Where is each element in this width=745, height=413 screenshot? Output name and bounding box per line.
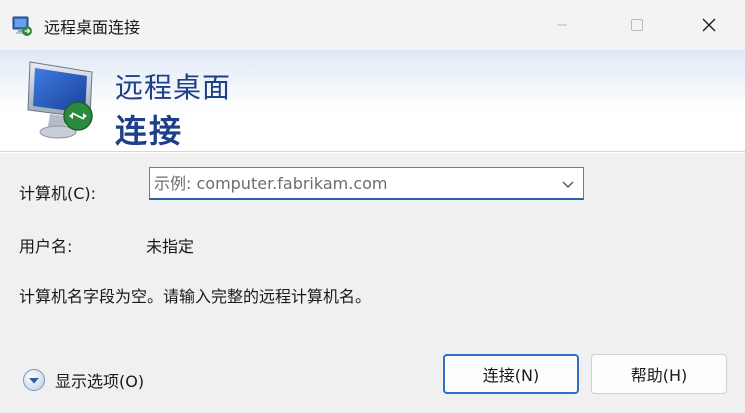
expand-options-icon[interactable] [22, 368, 46, 392]
header-banner: 远程桌面 连接 [0, 50, 745, 151]
chevron-down-icon[interactable] [561, 177, 575, 191]
show-options-toggle[interactable]: 显示选项(O) [22, 367, 144, 393]
connect-button[interactable]: 连接(N) [443, 354, 579, 394]
username-value: 未指定 [146, 237, 195, 256]
show-options-label[interactable]: 显示选项(O) [55, 368, 144, 392]
maximize-icon [631, 19, 643, 31]
banner-title-line1: 远程桌面 [115, 71, 232, 104]
close-button[interactable] [686, 0, 732, 50]
remote-desktop-icon [12, 16, 32, 36]
window-title: 远程桌面连接 [44, 18, 141, 37]
username-label: 用户名: [19, 237, 73, 256]
minimize-icon [557, 24, 567, 26]
minimize-button[interactable] [539, 0, 585, 50]
computer-input[interactable] [152, 170, 552, 197]
title-bar[interactable]: 远程桌面连接 [0, 0, 745, 50]
maximize-button[interactable] [614, 0, 660, 50]
banner-divider-highlight [0, 152, 745, 153]
status-message: 计算机名字段为空。请输入完整的远程计算机名。 [19, 287, 372, 306]
help-button[interactable]: 帮助(H) [591, 354, 727, 394]
computer-combobox[interactable] [149, 167, 584, 200]
banner-title-line2: 连接 [115, 112, 184, 150]
computer-label: 计算机(C): [19, 184, 97, 203]
close-icon [702, 18, 716, 32]
remote-desktop-window: 远程桌面连接 远程桌面 连接 计算机(C): 示例: computer.fabr… [0, 0, 745, 413]
remote-desktop-monitor-icon [27, 61, 93, 139]
